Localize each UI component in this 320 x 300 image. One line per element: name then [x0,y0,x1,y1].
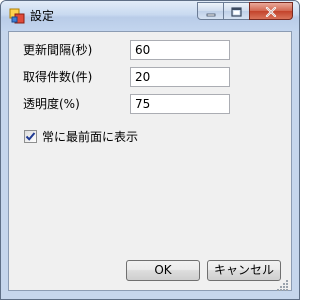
update-interval-label: 更新間隔(秒) [23,43,93,57]
always-on-top-checkbox[interactable] [24,129,37,143]
resize-grip-icon[interactable] [277,276,289,291]
fetch-count-label: 取得件数(件) [23,70,93,84]
opacity-input[interactable] [130,94,230,114]
maximize-icon [231,2,242,21]
title-bar[interactable]: 設定 [1,1,299,31]
always-on-top-option[interactable]: 常に最前面に表示 [24,128,138,144]
always-on-top-label: 常に最前面に表示 [42,129,139,144]
close-icon [265,2,277,21]
opacity-label: 透明度(%) [23,97,80,111]
fetch-count-input[interactable] [130,67,230,87]
close-button[interactable] [249,2,293,20]
checkmark-icon [25,131,36,141]
cancel-button[interactable]: キャンセル [207,260,281,281]
window-title: 設定 [30,9,55,23]
update-interval-input[interactable] [130,40,230,60]
minimize-button[interactable] [197,2,224,20]
minimize-icon [206,2,216,21]
ok-button[interactable]: OK [126,260,200,281]
dialog-client-area: 更新間隔(秒) 取得件数(件) 透明度(%) 常に最前面に表示 OK キャンセル [8,31,292,291]
maximize-button[interactable] [223,2,250,20]
app-window-icon[interactable] [9,8,25,24]
settings-dialog: 設定 更新間隔(秒) 60 取得件数(件) 20 透明度(%) 75 常に最前面… [0,0,300,300]
